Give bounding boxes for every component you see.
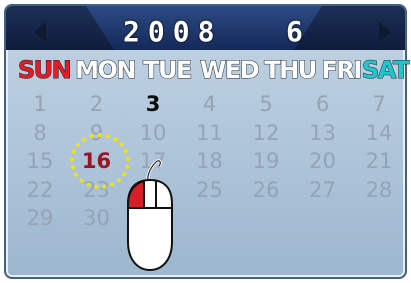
weekday-header: SUN MON TUE WED THU FRI SAT [14,54,411,86]
weekday-fri: FRI [321,56,363,85]
right-arrow-icon[interactable] [379,22,391,42]
day-8[interactable]: 8 [12,119,68,147]
weekday-sun: SUN [17,56,72,85]
day-14[interactable]: 14 [351,119,407,147]
day-6[interactable]: 6 [295,90,351,118]
day-22[interactable]: 22 [12,176,68,204]
weekday-sat: SAT [362,56,410,85]
day-30[interactable]: 30 [69,204,125,232]
day-25[interactable]: 25 [182,176,238,204]
day-18[interactable]: 18 [182,147,238,175]
year-label: 2008 [123,15,223,48]
day-3[interactable]: 3 [125,90,181,118]
day-1[interactable]: 1 [12,90,68,118]
weekday-mon: MON [75,56,137,85]
day-7[interactable]: 7 [351,90,407,118]
left-arrow-icon[interactable] [34,22,46,42]
day-29[interactable]: 29 [12,204,68,232]
day-16[interactable]: 16 [69,147,125,175]
day-5[interactable]: 5 [238,90,294,118]
day-13[interactable]: 13 [295,119,351,147]
day-20[interactable]: 20 [295,147,351,175]
month-label: 6 [286,15,303,48]
day-10[interactable]: 10 [125,119,181,147]
day-27[interactable]: 27 [295,176,351,204]
weekday-wed: WED [199,56,260,85]
day-2[interactable]: 2 [69,90,125,118]
mouse-icon [127,159,173,272]
day-4[interactable]: 4 [182,90,238,118]
weekday-tue: TUE [143,56,193,85]
weekday-thu: THU [264,56,318,85]
day-28[interactable]: 28 [351,176,407,204]
day-19[interactable]: 19 [238,147,294,175]
day-21[interactable]: 21 [351,147,407,175]
day-15[interactable]: 15 [12,147,68,175]
day-9[interactable]: 9 [69,119,125,147]
day-11[interactable]: 11 [182,119,238,147]
day-23[interactable]: 23 [69,176,125,204]
day-26[interactable]: 26 [238,176,294,204]
day-12[interactable]: 12 [238,119,294,147]
